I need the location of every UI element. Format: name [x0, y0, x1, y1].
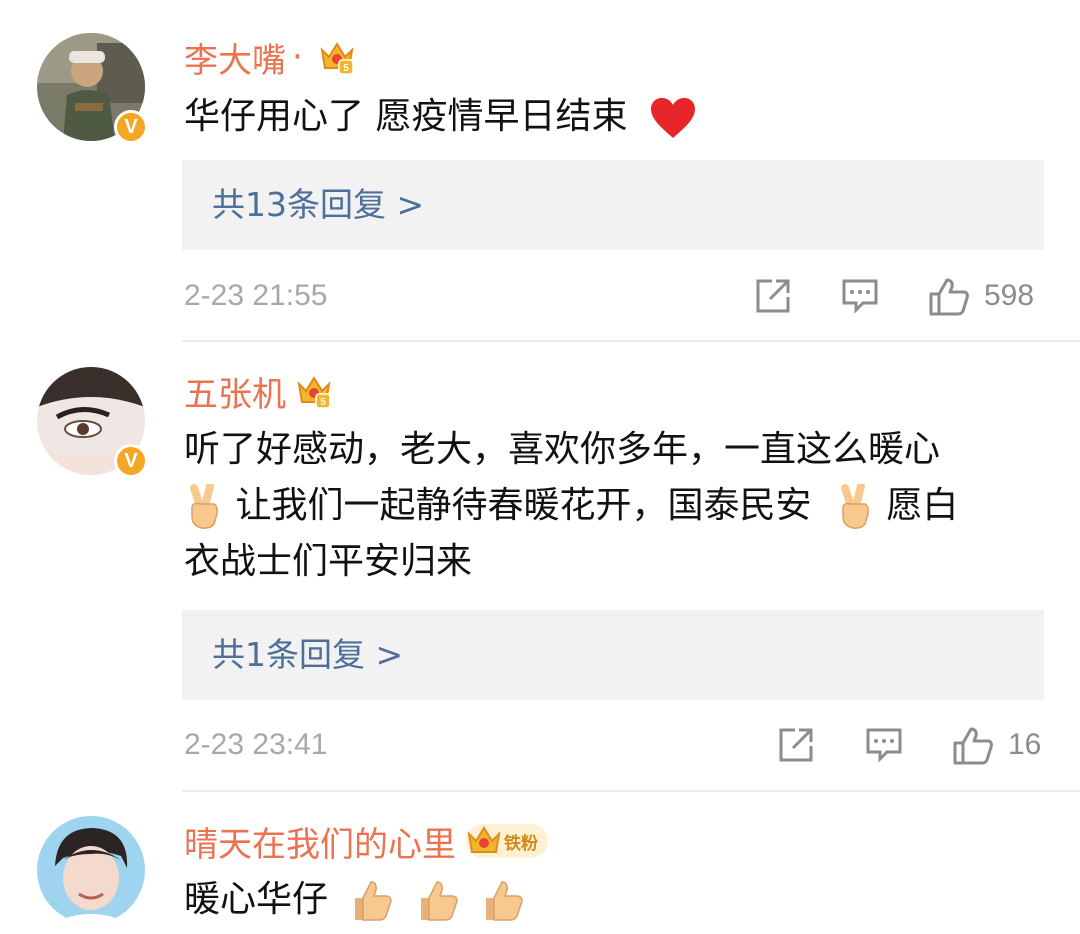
fan-badge-label: 铁粉 — [504, 833, 538, 854]
thumbs-up-icon — [355, 881, 393, 921]
comment-text: 暖心华仔 — [184, 872, 1034, 928]
username-row: 晴天在我们的心里 铁粉 — [184, 816, 548, 866]
crown-badge-icon — [467, 826, 501, 853]
avatar[interactable] — [37, 816, 145, 924]
thumbs-up-icon — [486, 881, 524, 921]
fan-badge: 铁粉 — [466, 824, 548, 858]
username[interactable]: 晴天在我们的心里 — [184, 817, 456, 866]
thumbs-up-icon — [420, 881, 458, 921]
comment-item: 晴天在我们的心里 铁粉 暖心华仔 — [0, 0, 1080, 934]
